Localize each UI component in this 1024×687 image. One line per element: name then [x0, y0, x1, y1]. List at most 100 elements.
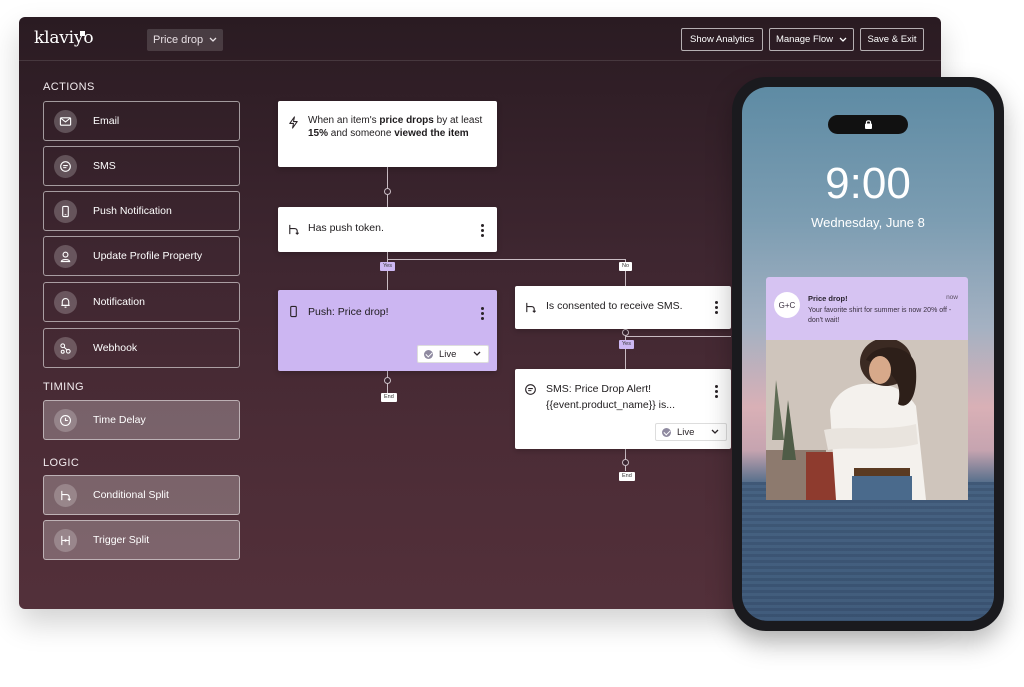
- action-email[interactable]: Email: [43, 101, 240, 141]
- conditional-split-node[interactable]: Has push token.: [278, 207, 497, 252]
- push-title: Push: Price drop!: [308, 306, 389, 318]
- timing-section-title: TIMING: [43, 381, 84, 393]
- trigger-description: When an item's price drops by at least 1…: [308, 115, 486, 140]
- status-label: Live: [439, 348, 457, 360]
- more-options-icon[interactable]: [481, 307, 484, 322]
- notification-body: Your favorite shirt for summer is now 20…: [808, 307, 952, 324]
- yes-tag: Yes: [619, 340, 634, 349]
- save-exit-label: Save & Exit: [867, 34, 917, 45]
- sea-background: [742, 482, 994, 621]
- push-notification-card[interactable]: G+C Price drop! now Your favorite shirt …: [766, 277, 968, 340]
- chevron-down-icon: [209, 37, 217, 42]
- action-trigger-split[interactable]: Trigger Split: [43, 520, 240, 560]
- bell-icon: [54, 290, 77, 314]
- push-notification-node[interactable]: Push: Price drop! Live: [278, 290, 497, 371]
- yes-tag: Yes: [380, 262, 395, 271]
- action-label: Time Delay: [93, 414, 146, 426]
- more-options-icon[interactable]: [481, 224, 484, 239]
- person-icon: [54, 244, 77, 268]
- show-analytics-button[interactable]: Show Analytics: [681, 28, 763, 51]
- action-label: Conditional Split: [93, 489, 169, 501]
- more-options-icon[interactable]: [715, 301, 718, 316]
- split-label: Is consented to receive SMS.: [546, 300, 683, 312]
- connector-joint: [622, 459, 629, 466]
- chat-icon: [525, 384, 536, 395]
- logic-section-title: LOGIC: [43, 457, 80, 469]
- chevron-down-icon: [839, 37, 847, 42]
- notification-time: now: [946, 294, 958, 301]
- split-icon: [526, 302, 537, 313]
- phone-icon: [290, 305, 297, 318]
- manage-flow-label: Manage Flow: [775, 34, 834, 45]
- status-dropdown[interactable]: Live: [655, 423, 727, 441]
- phone-mockup: 9:00 Wednesday, June 8 G+C Price drop! n…: [732, 77, 1004, 631]
- actions-section-title: ACTIONS: [43, 81, 95, 93]
- sms-node[interactable]: SMS: Price Drop Alert! {{event.product_n…: [515, 369, 731, 449]
- clock-icon: [54, 408, 77, 432]
- check-icon: [424, 349, 433, 359]
- connector-joint: [384, 377, 391, 384]
- action-label: Update Profile Property: [93, 250, 203, 262]
- action-label: Notification: [93, 296, 145, 308]
- check-icon: [662, 427, 671, 437]
- trigger-text: and someone: [328, 127, 395, 139]
- product-photo: [766, 340, 968, 500]
- chat-icon: [54, 154, 77, 178]
- mail-icon: [54, 109, 77, 133]
- action-webhook[interactable]: Webhook: [43, 328, 240, 368]
- action-push-notification[interactable]: Push Notification: [43, 191, 240, 231]
- save-exit-button[interactable]: Save & Exit: [860, 28, 924, 51]
- lock-screen: 9:00 Wednesday, June 8 G+C Price drop! n…: [742, 87, 994, 621]
- sms-title: SMS: Price Drop Alert!: [546, 383, 652, 395]
- notification-title: Price drop!: [808, 294, 848, 303]
- split-label: Has push token.: [308, 222, 384, 234]
- action-update-profile-property[interactable]: Update Profile Property: [43, 236, 240, 276]
- flow-name-label: Price drop: [153, 34, 204, 46]
- top-bar: klaviyo Price drop Show Analytics Manage…: [19, 17, 941, 61]
- end-tag: End: [619, 472, 635, 481]
- action-sms[interactable]: SMS: [43, 146, 240, 186]
- connector-line: [387, 167, 388, 207]
- manage-flow-button[interactable]: Manage Flow: [769, 28, 854, 51]
- show-analytics-label: Show Analytics: [690, 34, 754, 45]
- connector-line: [387, 252, 388, 290]
- sms-consent-split-node[interactable]: Is consented to receive SMS.: [515, 286, 731, 329]
- no-tag: No: [619, 262, 633, 271]
- split-icon: [54, 483, 77, 507]
- sms-subtitle: {{event.product_name}} is...: [546, 399, 676, 411]
- flow-name-dropdown[interactable]: Price drop: [147, 29, 224, 51]
- connector-joint: [622, 329, 629, 336]
- trigger-bold: viewed the item: [394, 127, 469, 139]
- trigger-split-icon: [54, 528, 77, 552]
- webhook-icon: [54, 336, 77, 360]
- action-conditional-split[interactable]: Conditional Split: [43, 475, 240, 515]
- lock-time: 9:00: [825, 159, 911, 208]
- chevron-down-icon: [473, 351, 481, 356]
- trigger-text: When an item's: [308, 115, 380, 126]
- status-dropdown[interactable]: Live: [417, 345, 489, 363]
- split-icon: [289, 224, 300, 235]
- phone-icon: [54, 199, 77, 223]
- action-notification[interactable]: Notification: [43, 282, 240, 322]
- dynamic-island: [828, 115, 908, 134]
- trigger-bold: 15%: [308, 127, 329, 139]
- connector-line: [625, 336, 731, 337]
- more-options-icon[interactable]: [715, 385, 718, 400]
- status-label: Live: [677, 426, 695, 438]
- woman-in-white-shirt-image: [766, 340, 968, 500]
- action-label: Trigger Split: [93, 534, 150, 546]
- end-tag: End: [381, 393, 397, 402]
- lock-icon: [865, 120, 872, 129]
- trigger-text: by at least: [433, 115, 483, 126]
- trigger-bold: price drops: [379, 115, 434, 126]
- brand-avatar: G+C: [774, 292, 800, 318]
- action-label: SMS: [93, 160, 116, 172]
- connector-line: [387, 259, 626, 260]
- chevron-down-icon: [711, 429, 719, 434]
- trigger-node[interactable]: When an item's price drops by at least 1…: [278, 101, 497, 167]
- action-label: Push Notification: [93, 205, 172, 217]
- lock-date: Wednesday, June 8: [811, 215, 925, 230]
- action-label: Email: [93, 115, 120, 127]
- connector-joint: [384, 188, 391, 195]
- action-time-delay[interactable]: Time Delay: [43, 400, 240, 440]
